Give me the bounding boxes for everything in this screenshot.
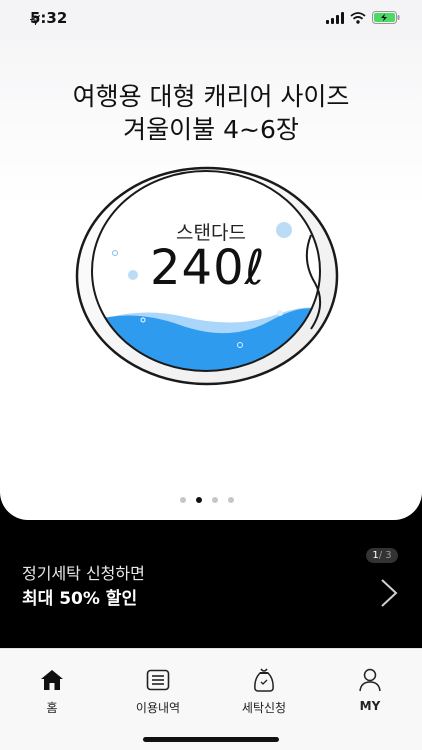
tab-history-label: 이용내역 — [135, 701, 181, 715]
wifi-icon — [350, 11, 366, 24]
drum-capacity: 240ℓ — [150, 240, 266, 296]
carousel-dot-active[interactable] — [196, 497, 202, 503]
carousel-dot[interactable] — [228, 497, 234, 503]
tab-home[interactable]: 홈 — [12, 667, 92, 716]
laundry-bag-icon — [254, 668, 274, 692]
tab-home-label: 홈 — [46, 701, 58, 715]
list-icon — [146, 669, 170, 691]
battery-charging-icon — [372, 11, 400, 24]
promo-banner[interactable]: 정기세탁 신청하면 최대 50% 할인 1/ 3 — [0, 520, 422, 648]
location-arrow-icon — [30, 15, 40, 25]
bubble — [277, 310, 283, 316]
promo-text: 정기세탁 신청하면 — [22, 564, 145, 583]
home-indicator — [143, 737, 279, 742]
chevron-right-icon[interactable] — [380, 578, 398, 608]
tab-bar: 홈 이용내역 세탁신청 MY — [0, 648, 422, 750]
promo-discount: 최대 50% 할인 — [22, 589, 138, 609]
status-icons — [30, 11, 400, 25]
tab-laundry-request-label: 세탁신청 — [241, 701, 287, 715]
carousel-dots — [180, 497, 234, 503]
tab-my[interactable]: MY — [330, 667, 410, 713]
carousel-dot[interactable] — [212, 497, 218, 503]
size-title: 여행용 대형 캐리어 사이즈 겨울이불 4~6장 — [0, 80, 422, 146]
cellular-signal-icon — [326, 11, 344, 24]
pager-total: / 3 — [378, 550, 392, 561]
size-title-line2: 겨울이불 4~6장 — [123, 115, 299, 144]
carousel-dot[interactable] — [180, 497, 186, 503]
promo-pager: 1/ 3 — [366, 548, 398, 563]
hero-card: 여행용 대형 캐리어 사이즈 겨울이불 4~6장 스탠다드 240ℓ — [0, 0, 422, 520]
status-bar: 5:32 — [0, 0, 422, 40]
tab-my-label: MY — [359, 699, 381, 713]
tab-history[interactable]: 이용내역 — [118, 667, 198, 716]
bubble-medium — [128, 270, 138, 280]
person-icon — [359, 668, 381, 692]
tab-laundry-request[interactable]: 세탁신청 — [224, 667, 304, 716]
home-icon — [41, 670, 63, 690]
size-title-line1: 여행용 대형 캐리어 사이즈 — [72, 82, 350, 111]
